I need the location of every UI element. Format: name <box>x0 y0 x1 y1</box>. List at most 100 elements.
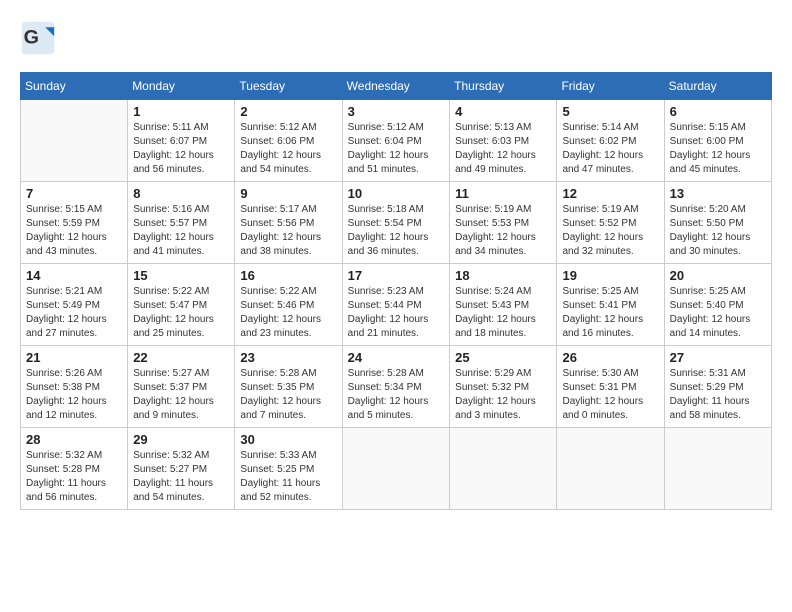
day-number: 26 <box>562 350 658 365</box>
day-number: 27 <box>670 350 766 365</box>
day-number: 13 <box>670 186 766 201</box>
calendar-week-row: 7 Sunrise: 5:15 AMSunset: 5:59 PMDayligh… <box>21 182 772 264</box>
day-info: Sunrise: 5:11 AMSunset: 6:07 PMDaylight:… <box>133 121 229 177</box>
calendar-cell: 21 Sunrise: 5:26 AMSunset: 5:38 PMDaylig… <box>21 346 128 428</box>
day-number: 10 <box>348 186 445 201</box>
calendar-cell: 27 Sunrise: 5:31 AMSunset: 5:29 PMDaylig… <box>664 346 771 428</box>
day-info: Sunrise: 5:19 AMSunset: 5:53 PMDaylight:… <box>455 203 551 259</box>
calendar-week-row: 21 Sunrise: 5:26 AMSunset: 5:38 PMDaylig… <box>21 346 772 428</box>
calendar-cell: 1 Sunrise: 5:11 AMSunset: 6:07 PMDayligh… <box>128 100 235 182</box>
day-number: 28 <box>26 432 122 447</box>
day-number: 17 <box>348 268 445 283</box>
svg-text:G: G <box>24 26 39 48</box>
calendar-week-row: 14 Sunrise: 5:21 AMSunset: 5:49 PMDaylig… <box>21 264 772 346</box>
calendar-cell: 12 Sunrise: 5:19 AMSunset: 5:52 PMDaylig… <box>557 182 664 264</box>
day-info: Sunrise: 5:32 AMSunset: 5:28 PMDaylight:… <box>26 449 122 505</box>
day-number: 20 <box>670 268 766 283</box>
calendar-cell: 17 Sunrise: 5:23 AMSunset: 5:44 PMDaylig… <box>342 264 450 346</box>
calendar-week-row: 28 Sunrise: 5:32 AMSunset: 5:28 PMDaylig… <box>21 428 772 510</box>
day-info: Sunrise: 5:22 AMSunset: 5:47 PMDaylight:… <box>133 285 229 341</box>
day-info: Sunrise: 5:22 AMSunset: 5:46 PMDaylight:… <box>240 285 336 341</box>
calendar-cell: 23 Sunrise: 5:28 AMSunset: 5:35 PMDaylig… <box>235 346 342 428</box>
day-info: Sunrise: 5:25 AMSunset: 5:40 PMDaylight:… <box>670 285 766 341</box>
day-number: 22 <box>133 350 229 365</box>
day-info: Sunrise: 5:31 AMSunset: 5:29 PMDaylight:… <box>670 367 766 423</box>
calendar-cell: 30 Sunrise: 5:33 AMSunset: 5:25 PMDaylig… <box>235 428 342 510</box>
calendar-cell: 8 Sunrise: 5:16 AMSunset: 5:57 PMDayligh… <box>128 182 235 264</box>
day-number: 25 <box>455 350 551 365</box>
day-info: Sunrise: 5:15 AMSunset: 5:59 PMDaylight:… <box>26 203 122 259</box>
calendar-cell <box>557 428 664 510</box>
day-info: Sunrise: 5:24 AMSunset: 5:43 PMDaylight:… <box>455 285 551 341</box>
day-number: 15 <box>133 268 229 283</box>
day-header-friday: Friday <box>557 73 664 100</box>
logo: G <box>20 20 60 56</box>
day-info: Sunrise: 5:15 AMSunset: 6:00 PMDaylight:… <box>670 121 766 177</box>
day-number: 12 <box>562 186 658 201</box>
day-info: Sunrise: 5:14 AMSunset: 6:02 PMDaylight:… <box>562 121 658 177</box>
day-number: 3 <box>348 104 445 119</box>
day-number: 19 <box>562 268 658 283</box>
calendar-cell: 9 Sunrise: 5:17 AMSunset: 5:56 PMDayligh… <box>235 182 342 264</box>
day-number: 18 <box>455 268 551 283</box>
day-header-sunday: Sunday <box>21 73 128 100</box>
calendar-cell: 26 Sunrise: 5:30 AMSunset: 5:31 PMDaylig… <box>557 346 664 428</box>
day-number: 1 <box>133 104 229 119</box>
day-info: Sunrise: 5:27 AMSunset: 5:37 PMDaylight:… <box>133 367 229 423</box>
calendar-cell: 4 Sunrise: 5:13 AMSunset: 6:03 PMDayligh… <box>450 100 557 182</box>
calendar-cell <box>21 100 128 182</box>
day-info: Sunrise: 5:20 AMSunset: 5:50 PMDaylight:… <box>670 203 766 259</box>
day-number: 6 <box>670 104 766 119</box>
day-header-saturday: Saturday <box>664 73 771 100</box>
day-header-thursday: Thursday <box>450 73 557 100</box>
calendar-cell: 24 Sunrise: 5:28 AMSunset: 5:34 PMDaylig… <box>342 346 450 428</box>
day-info: Sunrise: 5:33 AMSunset: 5:25 PMDaylight:… <box>240 449 336 505</box>
calendar-cell <box>342 428 450 510</box>
calendar-cell: 19 Sunrise: 5:25 AMSunset: 5:41 PMDaylig… <box>557 264 664 346</box>
day-header-monday: Monday <box>128 73 235 100</box>
calendar-header-row: SundayMondayTuesdayWednesdayThursdayFrid… <box>21 73 772 100</box>
day-info: Sunrise: 5:28 AMSunset: 5:34 PMDaylight:… <box>348 367 445 423</box>
day-header-wednesday: Wednesday <box>342 73 450 100</box>
day-number: 2 <box>240 104 336 119</box>
day-number: 23 <box>240 350 336 365</box>
day-info: Sunrise: 5:18 AMSunset: 5:54 PMDaylight:… <box>348 203 445 259</box>
calendar-cell: 22 Sunrise: 5:27 AMSunset: 5:37 PMDaylig… <box>128 346 235 428</box>
calendar-table: SundayMondayTuesdayWednesdayThursdayFrid… <box>20 72 772 510</box>
day-number: 11 <box>455 186 551 201</box>
calendar-cell: 3 Sunrise: 5:12 AMSunset: 6:04 PMDayligh… <box>342 100 450 182</box>
logo-icon: G <box>20 20 56 56</box>
day-info: Sunrise: 5:23 AMSunset: 5:44 PMDaylight:… <box>348 285 445 341</box>
day-info: Sunrise: 5:32 AMSunset: 5:27 PMDaylight:… <box>133 449 229 505</box>
page-header: G <box>20 20 772 56</box>
day-number: 29 <box>133 432 229 447</box>
day-info: Sunrise: 5:17 AMSunset: 5:56 PMDaylight:… <box>240 203 336 259</box>
calendar-cell: 20 Sunrise: 5:25 AMSunset: 5:40 PMDaylig… <box>664 264 771 346</box>
day-info: Sunrise: 5:28 AMSunset: 5:35 PMDaylight:… <box>240 367 336 423</box>
day-info: Sunrise: 5:12 AMSunset: 6:06 PMDaylight:… <box>240 121 336 177</box>
calendar-cell: 14 Sunrise: 5:21 AMSunset: 5:49 PMDaylig… <box>21 264 128 346</box>
calendar-cell: 11 Sunrise: 5:19 AMSunset: 5:53 PMDaylig… <box>450 182 557 264</box>
day-info: Sunrise: 5:12 AMSunset: 6:04 PMDaylight:… <box>348 121 445 177</box>
day-info: Sunrise: 5:25 AMSunset: 5:41 PMDaylight:… <box>562 285 658 341</box>
calendar-cell: 28 Sunrise: 5:32 AMSunset: 5:28 PMDaylig… <box>21 428 128 510</box>
calendar-cell: 13 Sunrise: 5:20 AMSunset: 5:50 PMDaylig… <box>664 182 771 264</box>
calendar-cell: 18 Sunrise: 5:24 AMSunset: 5:43 PMDaylig… <box>450 264 557 346</box>
day-number: 30 <box>240 432 336 447</box>
day-number: 4 <box>455 104 551 119</box>
day-header-tuesday: Tuesday <box>235 73 342 100</box>
day-info: Sunrise: 5:30 AMSunset: 5:31 PMDaylight:… <box>562 367 658 423</box>
calendar-cell: 2 Sunrise: 5:12 AMSunset: 6:06 PMDayligh… <box>235 100 342 182</box>
day-info: Sunrise: 5:16 AMSunset: 5:57 PMDaylight:… <box>133 203 229 259</box>
calendar-cell: 29 Sunrise: 5:32 AMSunset: 5:27 PMDaylig… <box>128 428 235 510</box>
day-number: 24 <box>348 350 445 365</box>
day-info: Sunrise: 5:19 AMSunset: 5:52 PMDaylight:… <box>562 203 658 259</box>
calendar-cell: 5 Sunrise: 5:14 AMSunset: 6:02 PMDayligh… <box>557 100 664 182</box>
day-number: 8 <box>133 186 229 201</box>
calendar-cell: 15 Sunrise: 5:22 AMSunset: 5:47 PMDaylig… <box>128 264 235 346</box>
day-number: 5 <box>562 104 658 119</box>
calendar-cell <box>450 428 557 510</box>
day-info: Sunrise: 5:13 AMSunset: 6:03 PMDaylight:… <box>455 121 551 177</box>
calendar-week-row: 1 Sunrise: 5:11 AMSunset: 6:07 PMDayligh… <box>21 100 772 182</box>
day-number: 14 <box>26 268 122 283</box>
